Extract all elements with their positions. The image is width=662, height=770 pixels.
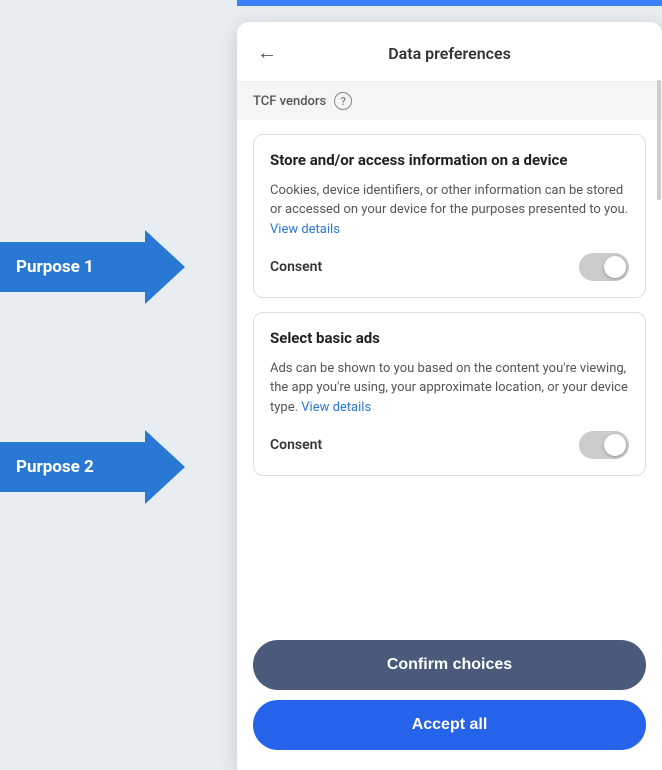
purpose-1-description: Cookies, device identifiers, or other in… [270,181,629,240]
tcf-vendors-label: TCF vendors [253,94,326,109]
purpose-1-arrow: Purpose 1 [0,230,185,304]
accept-all-button[interactable]: Accept all [253,700,646,750]
purpose-2-view-details-link[interactable]: View details [301,400,371,415]
tcf-help-icon[interactable]: ? [334,92,352,110]
purpose-2-toggle[interactable] [579,431,629,459]
data-preferences-modal: ← Data preferences TCF vendors ? Store a… [237,22,662,770]
scrollbar-thumb [657,80,661,200]
purpose-1-title: Store and/or access information on a dev… [270,151,629,171]
purpose-1-toggle-thumb [604,256,626,278]
purpose-2-title: Select basic ads [270,329,629,349]
purpose-1-toggle-track [579,253,629,281]
modal-title: Data preferences [388,44,511,63]
top-blue-bar [237,0,662,6]
modal-footer: Confirm choices Accept all [237,626,662,770]
purpose-card-2: Select basic ads Ads can be shown to you… [253,312,646,476]
purpose-2-consent-row: Consent [270,431,629,459]
purpose-2-consent-label: Consent [270,437,322,453]
purpose-1-view-details-link[interactable]: View details [270,222,340,237]
back-icon: ← [257,42,277,65]
arrow-1-head [145,230,185,304]
tcf-vendors-section: TCF vendors ? [237,82,662,120]
purpose-1-toggle[interactable] [579,253,629,281]
arrow-1-label: Purpose 1 [16,257,94,277]
purpose-2-description: Ads can be shown to you based on the con… [270,359,629,418]
purpose-1-consent-label: Consent [270,259,322,275]
purpose-2-toggle-track [579,431,629,459]
purpose-1-consent-row: Consent [270,253,629,281]
purpose-2-toggle-thumb [604,434,626,456]
back-button[interactable]: ← [253,38,281,69]
purpose-card-1: Store and/or access information on a dev… [253,134,646,298]
purpose-1-desc-text: Cookies, device identifiers, or other in… [270,183,628,218]
arrow-2-head [145,430,185,504]
modal-body: TCF vendors ? Store and/or access inform… [237,82,662,626]
modal-header: ← Data preferences [237,22,662,82]
scrollbar[interactable] [656,72,662,640]
arrow-2-label: Purpose 2 [16,457,94,477]
purpose-2-arrow: Purpose 2 [0,430,185,504]
confirm-choices-button[interactable]: Confirm choices [253,640,646,690]
help-question-mark: ? [340,95,345,108]
